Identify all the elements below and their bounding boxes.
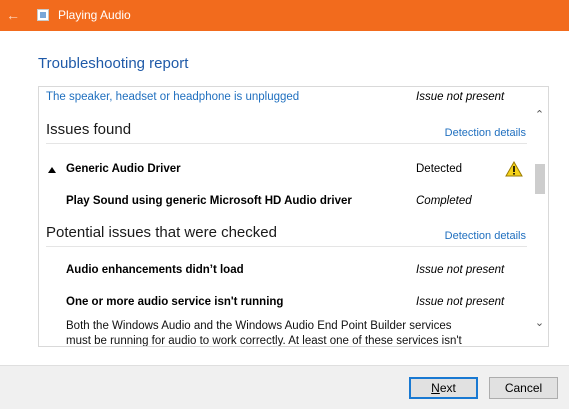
detection-details-link[interactable]: Detection details [445, 230, 526, 242]
scroll-up-icon[interactable]: ⌃ [531, 107, 548, 123]
cancel-button[interactable]: Cancel [489, 377, 558, 399]
collapse-arrow-icon[interactable] [48, 167, 56, 173]
footer-bar: Next Cancel [0, 365, 569, 409]
report-panel: The speaker, headset or headphone is unp… [38, 86, 549, 347]
scroll-down-icon[interactable]: ⌄ [531, 315, 548, 331]
vertical-scrollbar[interactable]: ⌃ ⌄ [531, 87, 548, 346]
issue-link[interactable]: The speaker, headset or headphone is unp… [46, 91, 299, 103]
warning-icon [505, 161, 523, 177]
status-text: Issue not present [416, 91, 505, 103]
section-title-potential-issues: Potential issues that were checked [46, 224, 277, 241]
list-item: Play Sound using generic Microsoft HD Au… [39, 195, 548, 211]
divider [46, 246, 527, 247]
scroll-thumb[interactable] [535, 164, 545, 194]
title-bar: ← Playing Audio [0, 0, 569, 31]
section-title-issues-found: Issues found [46, 121, 132, 138]
detection-details-link[interactable]: Detection details [445, 127, 526, 139]
issue-description: Both the Windows Audio and the Windows A… [66, 319, 506, 347]
troubleshooter-app-icon [37, 9, 49, 21]
next-button-label: ext [439, 381, 456, 395]
issue-label: Audio enhancements didn’t load [66, 264, 244, 276]
page-title: Troubleshooting report [38, 55, 189, 72]
list-item[interactable]: Generic Audio Driver Detected [39, 161, 548, 179]
issue-label: Play Sound using generic Microsoft HD Au… [66, 195, 352, 207]
next-button[interactable]: Next [409, 377, 478, 399]
divider [46, 143, 527, 144]
next-button-accesskey: N [431, 381, 440, 395]
status-text: Issue not present [416, 296, 505, 308]
list-item: One or more audio service isn't running … [39, 296, 548, 312]
issue-label: Generic Audio Driver [66, 163, 181, 175]
list-item: The speaker, headset or headphone is unp… [39, 91, 548, 107]
issue-label: One or more audio service isn't running [66, 296, 284, 308]
back-arrow-icon[interactable]: ← [6, 7, 20, 23]
status-text: Completed [416, 195, 472, 207]
status-text: Detected [416, 163, 463, 175]
description-line: Both the Windows Audio and the Windows A… [66, 320, 452, 332]
description-line: must be running for audio to work correc… [66, 335, 462, 347]
list-item: Audio enhancements didn’t load Issue not… [39, 264, 548, 280]
window-title: Playing Audio [58, 8, 131, 22]
status-text: Issue not present [416, 264, 505, 276]
